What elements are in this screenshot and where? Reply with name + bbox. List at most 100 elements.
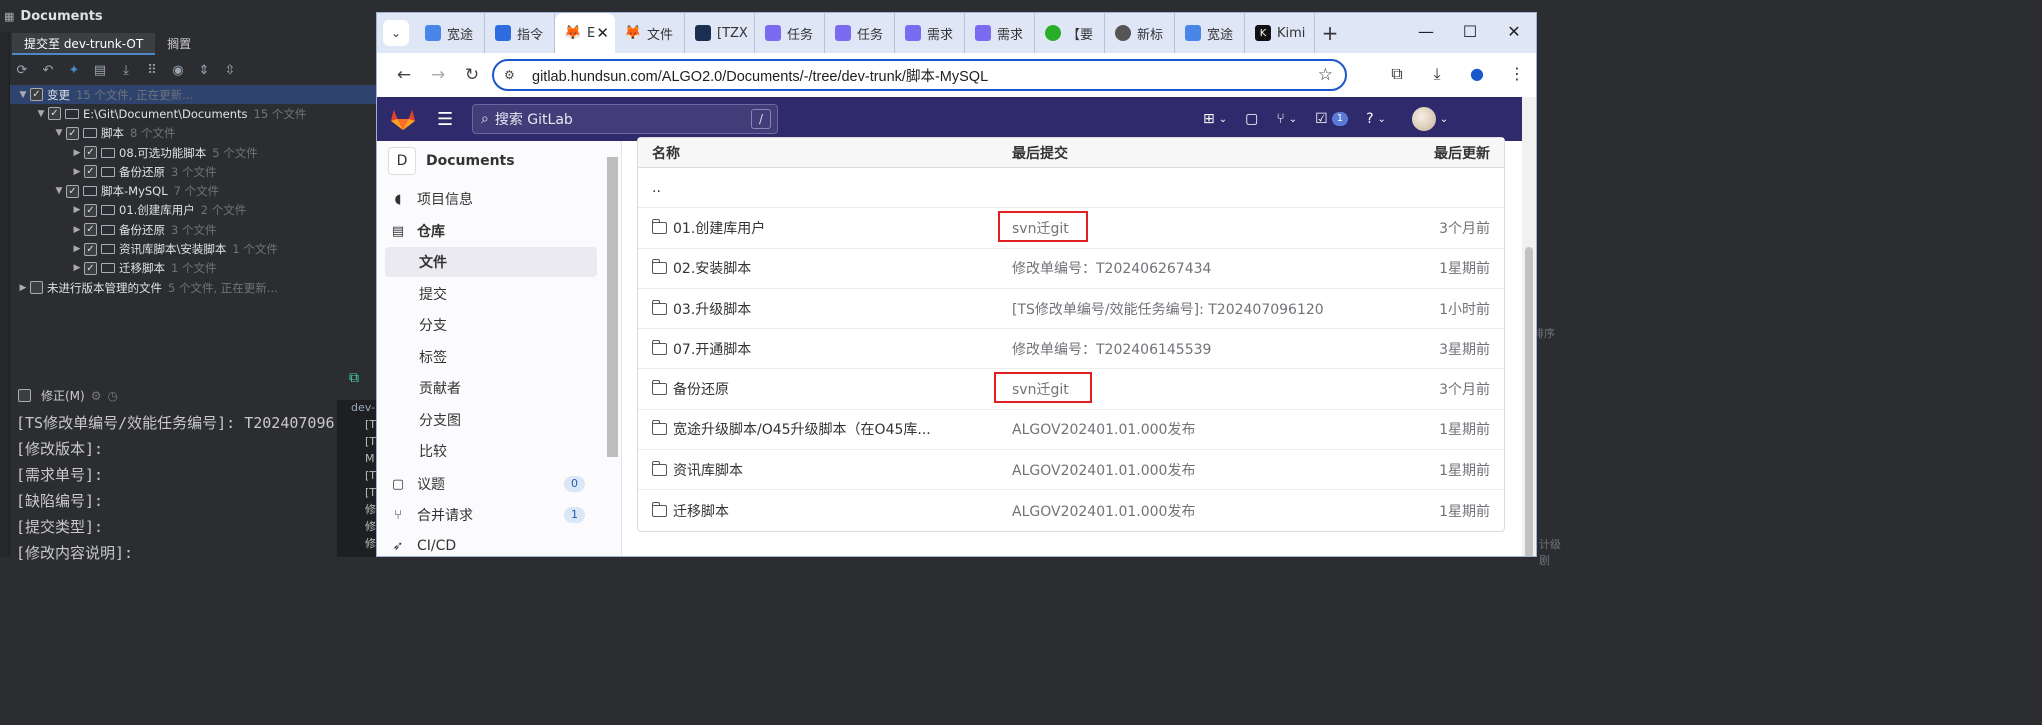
url-text[interactable]: gitlab.hundsun.com/ALGO2.0/Documents/-/t… xyxy=(532,65,988,86)
tree-row[interactable]: ▶ ✓ 备份还原 3 个文件 xyxy=(10,162,376,181)
log-line[interactable]: 修 xyxy=(337,535,377,552)
tree-checkbox[interactable]: ✓ xyxy=(84,223,97,237)
browser-menu-icon[interactable]: ⋮ xyxy=(1505,61,1529,87)
sidebar-item[interactable]: ➶ CI/CD xyxy=(385,531,597,556)
merge-requests-header-button[interactable]: ⑂ ⌄ xyxy=(1276,111,1297,127)
table-row[interactable]: 宽途升级脚本/O45升级脚本（在O45库... ALGOV202401.01.00… xyxy=(638,410,1504,451)
tree-checkbox[interactable]: ✓ xyxy=(84,203,97,217)
page-scrollbar[interactable] xyxy=(1522,97,1536,556)
refresh-icon[interactable]: ⟳ xyxy=(14,63,30,79)
sidebar-scrollbar[interactable] xyxy=(605,145,619,556)
sidebar-item[interactable]: ▢ 议题 0 xyxy=(385,469,597,499)
file-name-cell[interactable]: 02.安装脚本 xyxy=(652,258,751,278)
browser-tab[interactable]: K Kimi xyxy=(1245,13,1315,53)
tree-checkbox[interactable]: ✓ xyxy=(84,165,97,179)
last-commit-link[interactable]: 修改单编号：T202406145539 xyxy=(1012,339,1211,359)
sidebar-item[interactable]: ▤ 仓库 xyxy=(385,216,597,246)
last-commit-link[interactable]: ALGOV202401.01.000发布 xyxy=(1012,419,1195,439)
browser-tab[interactable]: 🦊 E ✕ xyxy=(555,13,615,53)
chevron-icon[interactable]: ▶ xyxy=(70,225,84,235)
chevron-icon[interactable]: ▼ xyxy=(34,109,48,119)
tree-row[interactable]: ▶ ✓ 08.可选功能脚本 5 个文件 xyxy=(10,143,376,162)
browser-tab[interactable]: 宽途 xyxy=(1175,13,1245,53)
new-tab-button[interactable]: + xyxy=(1315,21,1345,45)
back-button[interactable]: ← xyxy=(387,65,421,85)
log-line[interactable]: 修 xyxy=(337,501,377,518)
tree-row[interactable]: ▶ ✓ 迁移脚本 1 个文件 xyxy=(10,259,376,278)
bookmark-star-icon[interactable]: ☆ xyxy=(1318,65,1333,85)
user-menu-button[interactable]: ⌄ xyxy=(1411,107,1448,131)
page-scroll-thumb[interactable] xyxy=(1525,247,1533,556)
diff-icon[interactable]: ✦ xyxy=(66,63,82,79)
sidebar-item[interactable]: 贡献者 xyxy=(385,373,597,403)
create-new-button[interactable]: ⊞ ⌄ xyxy=(1203,111,1227,127)
file-name-cell[interactable]: 01.创建库用户 xyxy=(652,218,765,238)
chevron-icon[interactable]: ▶ xyxy=(16,283,30,293)
sidebar-scroll-thumb[interactable] xyxy=(607,157,618,457)
file-name-cell[interactable]: 07.开通脚本 xyxy=(652,339,751,359)
folder-name-link[interactable]: 备份还原 xyxy=(673,379,729,399)
chevron-icon[interactable]: ▼ xyxy=(16,90,30,100)
sidebar-item[interactable]: ◖ 项目信息 xyxy=(385,184,597,214)
log-line[interactable]: M xyxy=(337,450,377,467)
last-commit-link[interactable]: 修改单编号：T202406267434 xyxy=(1012,258,1211,278)
file-name-cell[interactable]: 迁移脚本 xyxy=(652,501,729,521)
folder-name-link[interactable]: 02.安装脚本 xyxy=(673,258,751,278)
site-info-icon[interactable]: ⚙ xyxy=(504,68,520,82)
table-row[interactable]: 备份还原 svn迁git 3个月前 xyxy=(638,369,1504,410)
sidebar-item[interactable]: ⑂ 合并请求 1 xyxy=(385,500,597,530)
tree-row[interactable]: ▶ ✓ 备份还原 3 个文件 xyxy=(10,220,376,239)
amend-checkbox[interactable] xyxy=(18,389,31,402)
gitlab-logo[interactable] xyxy=(389,107,417,131)
minimize-icon[interactable]: — xyxy=(1404,13,1448,53)
group-by-icon[interactable]: ⠿ xyxy=(144,63,160,79)
address-bar[interactable]: ⚙ gitlab.hundsun.com/ALGO2.0/Documents/-… xyxy=(492,59,1347,91)
commit-message-editor[interactable]: [TS修改单编号/效能任务编号]: T202407096 [修改版本]: [需求单号… xyxy=(10,410,340,566)
file-name-cell[interactable]: .. xyxy=(652,180,661,196)
table-row[interactable]: 01.创建库用户 svn迁git 3个月前 xyxy=(638,208,1504,249)
table-row[interactable]: .. xyxy=(638,168,1504,209)
browser-tab[interactable]: [TZX xyxy=(685,13,755,53)
issues-header-button[interactable]: ▢ xyxy=(1245,111,1258,127)
log-line[interactable]: [T xyxy=(337,467,377,484)
file-name-cell[interactable]: 宽途升级脚本/O45升级脚本（在O45库... xyxy=(652,419,931,439)
tree-row[interactable]: ▶ ✓ 01.创建库用户 2 个文件 xyxy=(10,201,376,220)
folder-name-link[interactable]: 宽途升级脚本/O45升级脚本（在O45库... xyxy=(673,419,931,439)
changelist-icon[interactable]: ▤ xyxy=(92,63,108,79)
last-commit-link[interactable]: ALGOV202401.01.000发布 xyxy=(1012,460,1195,480)
browser-tab[interactable]: 任务 xyxy=(825,13,895,53)
browser-tab[interactable]: 【要 xyxy=(1035,13,1105,53)
tree-checkbox[interactable]: ✓ xyxy=(84,146,97,160)
log-line[interactable]: [T xyxy=(337,416,377,433)
log-line[interactable]: [T xyxy=(337,484,377,501)
file-name-cell[interactable]: 备份还原 xyxy=(652,379,729,399)
close-window-icon[interactable]: ✕ xyxy=(1492,13,1536,53)
tab-search-button[interactable]: ⌄ xyxy=(383,20,409,46)
tree-checkbox[interactable]: ✓ xyxy=(48,107,61,121)
rollback-icon[interactable]: ↶ xyxy=(40,63,56,79)
history-icon[interactable]: ◷ xyxy=(107,389,117,403)
tree-row[interactable]: ▶ 未进行版本管理的文件 5 个文件, 正在更新... xyxy=(10,278,376,297)
folder-name-link[interactable]: 07.开通脚本 xyxy=(673,339,751,359)
browser-tab[interactable]: 新标 xyxy=(1105,13,1175,53)
gitlab-search-box[interactable]: ⌕ 搜索 GitLab / xyxy=(472,104,778,134)
chevron-icon[interactable]: ▶ xyxy=(70,263,84,273)
browser-tab[interactable]: 任务 xyxy=(755,13,825,53)
tab-commit[interactable]: 提交至 dev-trunk-OT xyxy=(12,33,156,55)
table-row[interactable]: 迁移脚本 ALGOV202401.01.000发布 1星期前 xyxy=(638,490,1504,530)
last-commit-link[interactable]: ALGOV202401.01.000发布 xyxy=(1012,501,1195,521)
download-icon[interactable]: ⤓ xyxy=(118,63,134,79)
browser-tab[interactable]: 指令 xyxy=(485,13,555,53)
tree-row[interactable]: ▼ ✓ 脚本 8 个文件 xyxy=(10,124,376,143)
log-line[interactable]: 修 xyxy=(337,518,377,535)
tree-row[interactable]: ▼ ✓ E:\Git\Document\Documents 15 个文件 xyxy=(10,104,376,123)
tab-shelf[interactable]: 搁置 xyxy=(155,33,203,55)
tree-row[interactable]: ▼ ✓ 变更 15 个文件, 正在更新... xyxy=(10,85,376,105)
sidebar-item[interactable]: 标签 xyxy=(385,342,597,372)
folder-name-link[interactable]: 01.创建库用户 xyxy=(673,218,765,238)
table-row[interactable]: 03.升级脚本 [TS修改单编号/效能任务编号]: T202407096120 1小… xyxy=(638,289,1504,330)
help-button[interactable]: ? ⌄ xyxy=(1366,111,1386,127)
folder-name-link[interactable]: 03.升级脚本 xyxy=(673,299,751,319)
view-options-icon[interactable]: ◉ xyxy=(170,63,186,79)
todos-button[interactable]: ☑ 1 xyxy=(1315,111,1349,127)
